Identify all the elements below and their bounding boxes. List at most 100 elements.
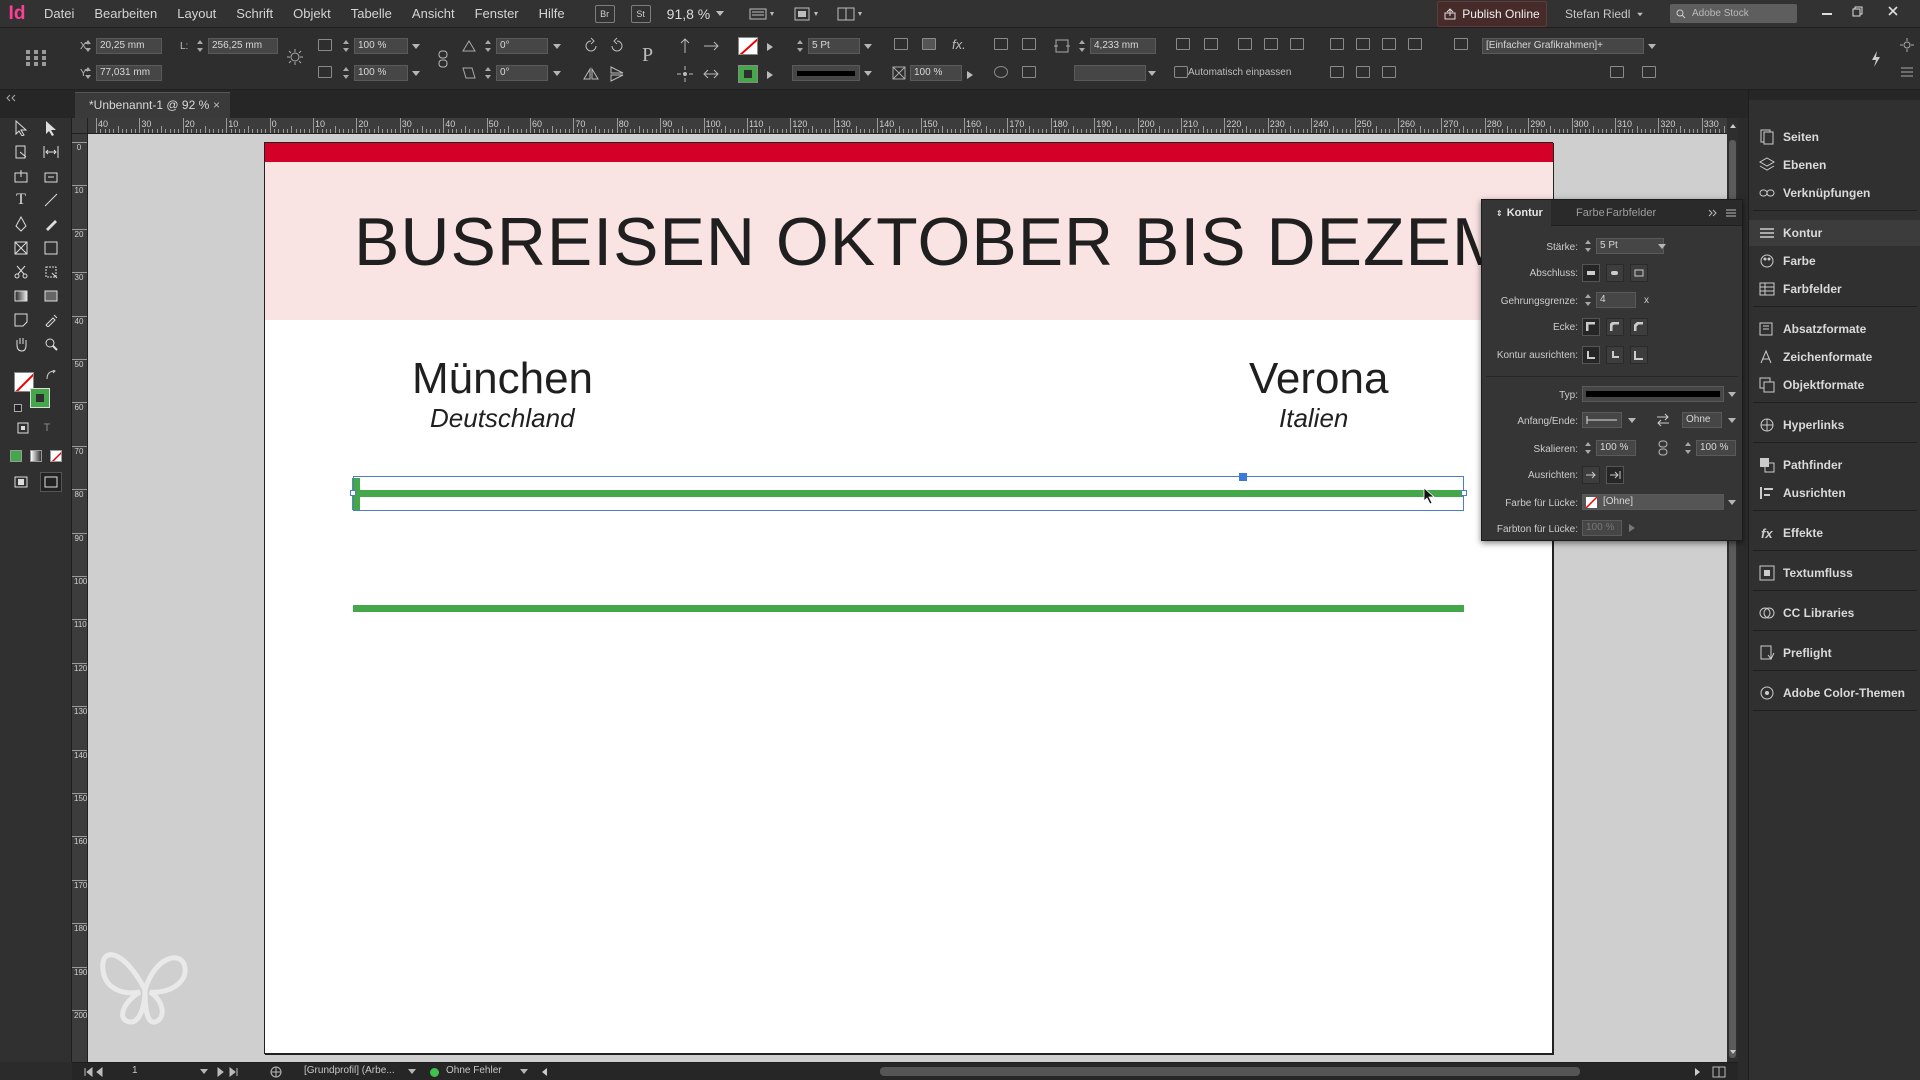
collapse-arrows-icon[interactable]	[6, 94, 16, 102]
distribute-icon[interactable]	[1408, 38, 1422, 50]
fill-frame-icon[interactable]	[1264, 38, 1278, 50]
close-icon[interactable]: ×	[213, 93, 220, 117]
rotate-ccw-icon[interactable]	[608, 37, 626, 55]
select-content-icon[interactable]	[702, 37, 720, 55]
gap-tool[interactable]	[40, 142, 62, 162]
menu-layout[interactable]: Layout	[167, 0, 226, 28]
auto-fit-checkbox[interactable]	[1174, 66, 1188, 78]
pencil-tool[interactable]	[40, 214, 62, 234]
screen-mode-preview[interactable]	[40, 472, 62, 492]
opacity-field[interactable]: 100 %	[910, 65, 962, 81]
gear-icon[interactable]	[286, 48, 304, 66]
line-tool[interactable]	[40, 190, 62, 210]
alignment-select[interactable]	[1074, 65, 1146, 81]
y-field[interactable]: 77,031 mm	[96, 65, 162, 81]
adobe-stock-search[interactable]: Adobe Stock	[1670, 4, 1797, 23]
chevron-down-icon[interactable]	[520, 1069, 528, 1074]
fx-icon[interactable]: fx.	[952, 37, 966, 52]
screen-mode-button[interactable]	[790, 0, 826, 28]
fit-frame-content-icon[interactable]	[1204, 38, 1218, 50]
stroke-swatch[interactable]	[30, 388, 50, 408]
globe-icon[interactable]	[270, 1066, 282, 1078]
panel-item-textumfluss[interactable]: Textumfluss	[1749, 560, 1920, 586]
menu-fenster[interactable]: Fenster	[465, 0, 529, 28]
hamburger-menu-icon[interactable]	[1900, 66, 1914, 78]
stroke-weight-field[interactable]: 5 Pt	[808, 38, 860, 54]
play-right-icon[interactable]	[766, 42, 774, 52]
panel-item-farbe[interactable]: Farbe	[1749, 248, 1920, 274]
chevron-down-icon[interactable]	[1728, 500, 1736, 505]
play-right-icon[interactable]	[766, 70, 774, 80]
panel-item-adobe-color-themen[interactable]: Adobe Color-Themen	[1749, 680, 1920, 706]
stroke-type-select[interactable]	[792, 65, 860, 81]
vertical-ruler[interactable]: 0 10 20 30 40 50 60 70 80 90 100 110 120 130 140 150 160…	[72, 134, 88, 1062]
selection-handle-right[interactable]	[1461, 490, 1467, 496]
select-container-icon[interactable]	[676, 37, 694, 55]
gear-icon[interactable]	[1900, 38, 1914, 52]
object-style-select[interactable]: [Einfacher Grafikrahmen]+	[1482, 38, 1644, 54]
city-left[interactable]: München	[412, 354, 593, 404]
chevron-down-icon[interactable]	[864, 71, 872, 76]
tab-kontur[interactable]: ⇕ Kontur	[1482, 200, 1551, 226]
align-stroke-center-button[interactable]	[1582, 346, 1600, 364]
chevron-down-icon[interactable]	[1148, 71, 1156, 76]
pen-tool[interactable]	[10, 214, 32, 234]
scroll-up-icon[interactable]	[1729, 122, 1737, 130]
scale-start-field[interactable]: 100 %	[1596, 440, 1636, 456]
lightning-icon[interactable]	[1870, 50, 1882, 68]
chevron-down-icon[interactable]	[1658, 244, 1666, 249]
play-right-icon[interactable]	[1628, 523, 1636, 533]
gehrung-stepper[interactable]	[1584, 292, 1592, 308]
select-next-icon[interactable]	[702, 65, 720, 83]
default-colors-icon[interactable]	[14, 404, 22, 412]
rectangle-frame-tool[interactable]	[10, 238, 32, 258]
x-field[interactable]: 20,25 mm	[96, 38, 162, 54]
arrow-align-inside-button[interactable]	[1606, 466, 1624, 484]
text-wrap-jump-icon[interactable]	[1022, 66, 1036, 78]
panel-item-objektformate[interactable]: Objektformate	[1749, 372, 1920, 398]
select-previous-icon[interactable]	[676, 65, 694, 83]
apply-gradient-button[interactable]	[30, 450, 42, 462]
align-stroke-outside-button[interactable]	[1630, 346, 1648, 364]
arrow-align-extend-button[interactable]	[1582, 466, 1600, 484]
minimize-button[interactable]	[1812, 0, 1842, 22]
next-page-icons[interactable]	[216, 1067, 250, 1077]
stroke-green-swatch[interactable]	[738, 65, 758, 83]
swap-arrows-icon[interactable]	[1656, 413, 1670, 427]
gradient-feather-tool[interactable]	[40, 286, 62, 306]
join-bevel-button[interactable]	[1630, 318, 1648, 336]
split-window-icon[interactable]	[1712, 1066, 1726, 1078]
scroll-right-icon[interactable]	[1694, 1067, 1702, 1077]
y-stepper[interactable]	[84, 65, 92, 81]
direct-selection-tool[interactable]	[40, 118, 62, 138]
scale-x-stepper[interactable]	[342, 38, 350, 54]
apply-color-button[interactable]	[10, 450, 22, 462]
close-window-button[interactable]	[1878, 0, 1908, 22]
chevron-down-icon[interactable]	[1728, 392, 1736, 397]
content-collector-tool[interactable]	[10, 166, 32, 186]
zoom-select[interactable]: 91,8 %	[667, 6, 725, 22]
l-stepper[interactable]	[196, 38, 204, 54]
eyedropper-tool[interactable]	[40, 310, 62, 330]
effects-icon[interactable]	[894, 38, 908, 50]
text-wrap-box-icon[interactable]	[1022, 38, 1036, 50]
rotate-cw-icon[interactable]	[582, 37, 600, 55]
panel-item-seiten[interactable]: Seiten	[1749, 124, 1920, 150]
center-content-icon[interactable]	[1238, 38, 1252, 50]
selection-center-handle[interactable]	[1239, 473, 1247, 481]
staerke-field[interactable]: 5 Pt	[1596, 238, 1664, 254]
stroke-weight-stepper[interactable]	[796, 38, 804, 54]
hand-tool[interactable]	[10, 334, 32, 354]
user-menu[interactable]: Stefan Riedl	[1565, 0, 1644, 28]
fit-content-frame-icon[interactable]	[1176, 38, 1190, 50]
menu-tabelle[interactable]: Tabelle	[341, 0, 402, 28]
shear-stepper[interactable]	[484, 65, 492, 81]
flip-vertical-icon[interactable]	[608, 65, 626, 83]
farbton-luecke-field[interactable]: 100 %	[1582, 520, 1622, 536]
preflight-status[interactable]: Ohne Fehler	[446, 1065, 502, 1076]
menu-hilfe[interactable]: Hilfe	[529, 0, 575, 28]
offset-stepper[interactable]	[1078, 38, 1086, 54]
align-right-icon[interactable]	[1382, 38, 1396, 50]
cap-butt-button[interactable]	[1582, 264, 1600, 282]
type-tool[interactable]: T	[10, 190, 32, 210]
